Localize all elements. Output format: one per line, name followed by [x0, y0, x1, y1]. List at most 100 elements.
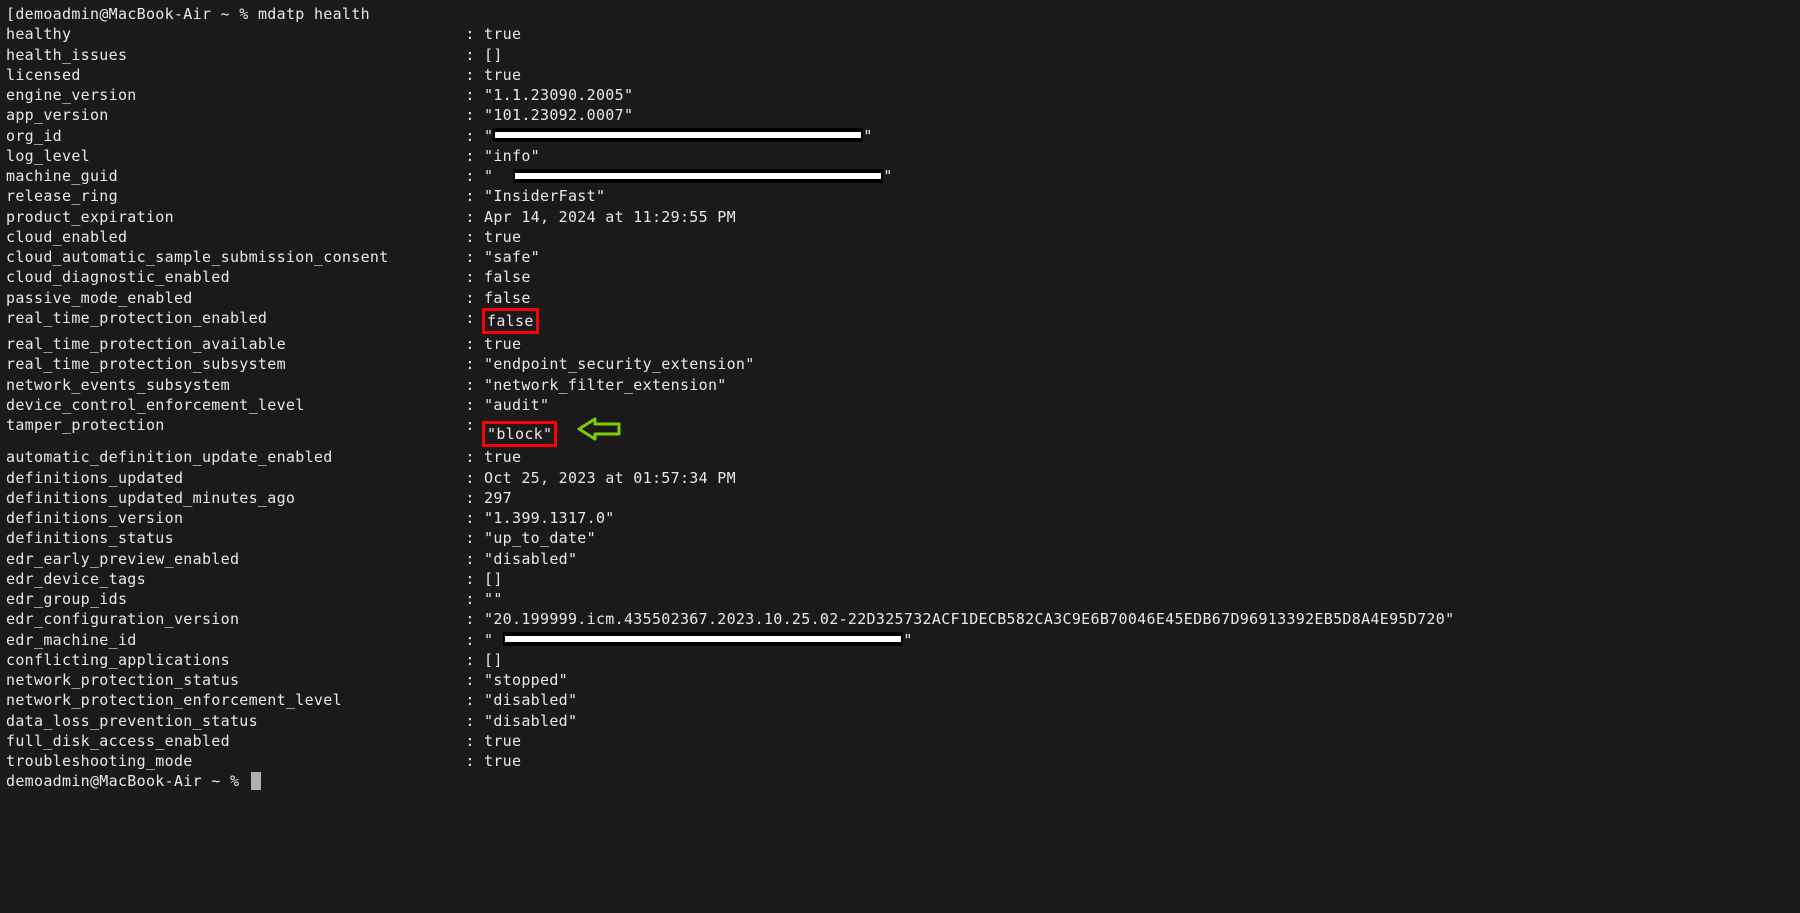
- output-key: data_loss_prevention_status: [6, 711, 456, 731]
- output-value: "endpoint_security_extension": [484, 354, 755, 374]
- output-key: real_time_protection_enabled: [6, 308, 456, 334]
- output-row: product_expiration : Apr 14, 2024 at 11:…: [6, 207, 1794, 227]
- output-row: edr_device_tags : []: [6, 569, 1794, 589]
- output-row: machine_guid : "": [6, 166, 1794, 186]
- output-key: org_id: [6, 126, 456, 146]
- output-key: real_time_protection_subsystem: [6, 354, 456, 374]
- output-value: "20.199999.icm.435502367.2023.10.25.02-2…: [484, 609, 1454, 629]
- output-row: definitions_updated_minutes_ago : 297: [6, 488, 1794, 508]
- output-row: network_events_subsystem : "network_filt…: [6, 375, 1794, 395]
- output-row: release_ring : "InsiderFast": [6, 186, 1794, 206]
- output-row: engine_version : "1.1.23090.2005": [6, 85, 1794, 105]
- output-separator: :: [456, 395, 484, 415]
- output-separator: :: [456, 354, 484, 374]
- prompt-bracket: [: [6, 5, 15, 23]
- output-row: automatic_definition_update_enabled : tr…: [6, 447, 1794, 467]
- output-row: healthy : true: [6, 24, 1794, 44]
- output-row: app_version : "101.23092.0007": [6, 105, 1794, 125]
- output-value: true: [484, 65, 521, 85]
- output-key: real_time_protection_available: [6, 334, 456, 354]
- highlight-box: false: [482, 308, 539, 334]
- output-key: tamper_protection: [6, 415, 456, 447]
- output-row: edr_group_ids : "": [6, 589, 1794, 609]
- output-value: "disabled": [484, 549, 577, 569]
- output-row: troubleshooting_mode : true: [6, 751, 1794, 771]
- output-row: definitions_status : "up_to_date": [6, 528, 1794, 548]
- output-key: machine_guid: [6, 166, 456, 186]
- output-row: network_protection_enforcement_level : "…: [6, 690, 1794, 710]
- output-key: edr_machine_id: [6, 630, 456, 650]
- output-row: health_issues : []: [6, 45, 1794, 65]
- output-separator: :: [456, 126, 484, 146]
- output-row: definitions_updated : Oct 25, 2023 at 01…: [6, 468, 1794, 488]
- output-value: 297: [484, 488, 512, 508]
- output-value: "InsiderFast": [484, 186, 605, 206]
- output-row: cloud_enabled : true: [6, 227, 1794, 247]
- output-separator: :: [456, 609, 484, 629]
- output-row: edr_early_preview_enabled : "disabled": [6, 549, 1794, 569]
- output-separator: :: [456, 288, 484, 308]
- output-separator: :: [456, 415, 484, 447]
- output-key: device_control_enforcement_level: [6, 395, 456, 415]
- output-separator: :: [456, 166, 484, 186]
- output-separator: :: [456, 45, 484, 65]
- output-value: "audit": [484, 395, 549, 415]
- output-value: "block": [484, 415, 621, 447]
- output-value: "": [484, 630, 913, 650]
- output-value-trailing: ": [863, 127, 872, 145]
- output-value: []: [484, 45, 503, 65]
- output-value: "disabled": [484, 690, 577, 710]
- output-row: full_disk_access_enabled : true: [6, 731, 1794, 751]
- output-separator: :: [456, 589, 484, 609]
- output-row: log_level : "info": [6, 146, 1794, 166]
- output-separator: :: [456, 528, 484, 548]
- terminal-prompt-line: [demoadmin@MacBook-Air ~ % mdatp health: [6, 4, 1794, 24]
- terminal-prompt-line-end[interactable]: demoadmin@MacBook-Air ~ %: [6, 771, 1794, 791]
- output-value: "network_filter_extension": [484, 375, 727, 395]
- output-value: false: [484, 288, 531, 308]
- output-key: troubleshooting_mode: [6, 751, 456, 771]
- output-row: passive_mode_enabled : false: [6, 288, 1794, 308]
- output-value: false: [484, 308, 539, 334]
- output-separator: :: [456, 207, 484, 227]
- output-row: real_time_protection_available : true: [6, 334, 1794, 354]
- output-value: "up_to_date": [484, 528, 596, 548]
- output-value: "101.23092.0007": [484, 105, 633, 125]
- output-rows: healthy : truehealth_issues : []licensed…: [6, 24, 1794, 771]
- output-row: cloud_automatic_sample_submission_consen…: [6, 247, 1794, 267]
- output-key: healthy: [6, 24, 456, 44]
- output-separator: :: [456, 670, 484, 690]
- output-value: true: [484, 447, 521, 467]
- output-key: release_ring: [6, 186, 456, 206]
- output-key: network_protection_enforcement_level: [6, 690, 456, 710]
- prompt-sep: ~ %: [211, 5, 258, 23]
- output-separator: :: [456, 731, 484, 751]
- output-value: "1.399.1317.0": [484, 508, 615, 528]
- output-key: definitions_status: [6, 528, 456, 548]
- output-row: licensed : true: [6, 65, 1794, 85]
- output-key: log_level: [6, 146, 456, 166]
- output-separator: :: [456, 308, 484, 334]
- output-key: network_events_subsystem: [6, 375, 456, 395]
- redacted-value: [493, 128, 863, 142]
- output-row: data_loss_prevention_status : "disabled": [6, 711, 1794, 731]
- output-key: edr_configuration_version: [6, 609, 456, 629]
- output-separator: :: [456, 85, 484, 105]
- output-row: edr_configuration_version : "20.199999.i…: [6, 609, 1794, 629]
- output-key: edr_early_preview_enabled: [6, 549, 456, 569]
- output-key: definitions_updated_minutes_ago: [6, 488, 456, 508]
- output-value: Apr 14, 2024 at 11:29:55 PM: [484, 207, 736, 227]
- cursor-icon: [251, 772, 261, 790]
- output-row: device_control_enforcement_level : "audi…: [6, 395, 1794, 415]
- output-key: cloud_enabled: [6, 227, 456, 247]
- output-value: "stopped": [484, 670, 568, 690]
- output-value: "safe": [484, 247, 540, 267]
- output-separator: :: [456, 334, 484, 354]
- output-row: org_id : "": [6, 126, 1794, 146]
- output-key: conflicting_applications: [6, 650, 456, 670]
- output-separator: :: [456, 105, 484, 125]
- output-row: edr_machine_id : "": [6, 630, 1794, 650]
- output-separator: :: [456, 227, 484, 247]
- output-value: true: [484, 751, 521, 771]
- output-value: "1.1.23090.2005": [484, 85, 633, 105]
